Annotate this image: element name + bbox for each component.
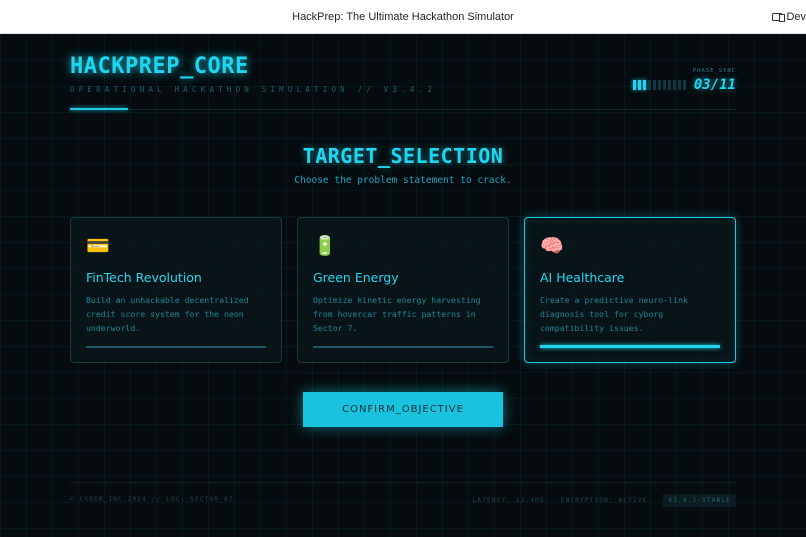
phase-segment (662, 80, 666, 90)
phase-segment (652, 80, 656, 90)
card-description: Create a predictive neuro-link diagnosis… (540, 295, 688, 333)
phase-segment (657, 80, 661, 90)
brand-block: HACKPREP_CORE OPERATIONAL HACKATHON SIMU… (70, 54, 436, 94)
section-subtitle: Choose the problem statement to crack. (294, 175, 512, 186)
header-divider (70, 109, 736, 110)
card-description: Build an unhackable decentralized credit… (86, 295, 249, 333)
phase-segment (667, 80, 671, 90)
phase-segment (677, 80, 681, 90)
device-toggle[interactable]: Dev (772, 0, 806, 34)
phase-counter: 03/11 (693, 77, 736, 93)
phase-segment (672, 80, 676, 90)
footer-divider (70, 482, 736, 483)
card-title: AI Healthcare (540, 270, 625, 285)
phase-segment (642, 80, 646, 90)
device-toggle-label: Dev (786, 11, 806, 23)
card-fintech[interactable]: 💳 FinTech Revolution Build an unhackable… (70, 217, 282, 363)
footer-status: LATENCY: 12.4MS ENCRYPTION: ACTIVE V3.4.… (473, 494, 736, 507)
app-root: HACKPREP_CORE OPERATIONAL HACKATHON SIMU… (0, 34, 806, 537)
browser-page-title: HackPrep: The Ultimate Hackathon Simulat… (292, 10, 514, 23)
footer-copyright: © CYBER_INC.2024 // LOC: SECTOR_07 (70, 496, 234, 503)
card-bar (86, 346, 266, 348)
card-description: Optimize kinetic energy harvesting from … (313, 295, 481, 333)
devices-icon (772, 13, 786, 22)
phase-segment (682, 80, 686, 90)
card-ai-healthcare[interactable]: 🧠 AI Healthcare Create a predictive neur… (524, 217, 736, 363)
phase-segment (632, 80, 636, 90)
brand-underline (70, 108, 128, 110)
phase-segment (637, 80, 641, 90)
section-title: TARGET_SELECTION (302, 144, 504, 168)
card-green-energy[interactable]: 🔋 Green Energy Optimize kinetic energy h… (297, 217, 509, 363)
card-bar (540, 345, 720, 348)
card-title: FinTech Revolution (86, 270, 202, 285)
phase-sync: PHASE_SYNC 03/11 (632, 68, 736, 93)
brain-icon: 🧠 (540, 235, 564, 257)
battery-icon: 🔋 (313, 235, 337, 257)
phase-segment (647, 80, 651, 90)
phase-progress-bar (632, 80, 686, 90)
brand-title: HACKPREP_CORE (70, 54, 249, 79)
credit-card-icon: 💳 (86, 235, 110, 257)
card-title: Green Energy (313, 270, 399, 285)
latency-readout: LATENCY: 12.4MS (472, 497, 545, 504)
browser-title-bar: HackPrep: The Ultimate Hackathon Simulat… (0, 0, 806, 34)
phase-label: PHASE_SYNC (692, 68, 736, 74)
brand-subtitle: OPERATIONAL HACKATHON SIMULATION // V3.4… (70, 85, 437, 94)
encryption-status: ENCRYPTION: ACTIVE (560, 497, 648, 504)
version-badge: V3.4.2-STABLE (663, 494, 736, 507)
problem-cards: 💳 FinTech Revolution Build an unhackable… (70, 217, 736, 363)
card-bar (313, 346, 493, 348)
confirm-objective-button[interactable]: CONFIRM_OBJECTIVE (303, 392, 503, 427)
